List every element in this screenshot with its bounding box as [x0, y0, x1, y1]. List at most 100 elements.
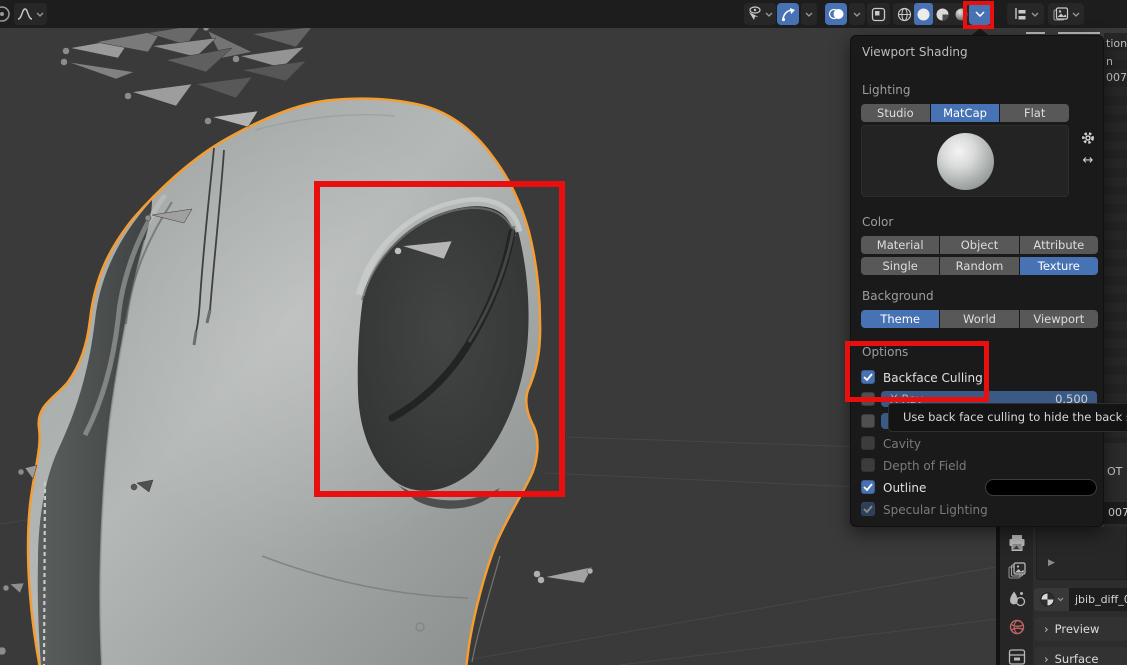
check-icon [863, 373, 873, 381]
printer-icon [1008, 534, 1026, 552]
show-gizmo-toggle[interactable] [777, 3, 799, 25]
collapsed-chevron-icon: › [1044, 617, 1049, 641]
section-preview[interactable]: ›Preview [1035, 617, 1127, 641]
matcap-sphere [937, 133, 994, 190]
chevron-down-icon [765, 12, 773, 17]
backface-culling-option[interactable]: Backface Culling [883, 370, 983, 386]
gizmo-dropdown[interactable] [801, 3, 817, 25]
gizmo-icon [781, 7, 796, 22]
material-sphere-icon [935, 7, 950, 22]
cavity-checkbox[interactable] [861, 436, 875, 450]
outliner-row[interactable]: n [1106, 55, 1113, 68]
shadow-checkbox[interactable] [861, 414, 875, 428]
browse-material-button[interactable] [1034, 588, 1069, 611]
chevron-down-icon [805, 12, 813, 17]
depth-of-field-option[interactable]: Depth of Field [883, 458, 966, 474]
panel-edge-highlight [1058, 32, 1100, 34]
material-name-field[interactable]: jbib_diff_0 [1069, 588, 1127, 611]
wireframe-sphere-icon [897, 7, 912, 22]
tab-scene-properties[interactable] [1006, 588, 1028, 610]
collapsed-content-box: ▶ [1036, 527, 1127, 580]
eye-pointer-icon [747, 6, 762, 22]
color-object-button[interactable]: Object [940, 236, 1018, 254]
color-label: Color [862, 215, 893, 229]
xray-icon [871, 7, 886, 22]
outliner-panel-sliver: tion n 007 [1104, 33, 1127, 443]
outliner-row[interactable]: tion [1106, 37, 1127, 50]
chevron-down-icon [975, 11, 985, 17]
image-editor-icon [1053, 6, 1069, 22]
outline-color-swatch[interactable] [985, 479, 1097, 496]
matcap-preview[interactable] [861, 125, 1069, 197]
chevron-down-icon [1072, 12, 1080, 17]
tab-object-properties[interactable] [1006, 646, 1028, 665]
image-stack-icon [1008, 562, 1026, 580]
popover-title: Viewport Shading [862, 45, 968, 59]
falloff-curve-icon [17, 7, 33, 21]
shading-wireframe-button[interactable] [895, 7, 914, 22]
shading-material-button[interactable] [933, 7, 952, 22]
color-attribute-button[interactable]: Attribute [1020, 236, 1098, 254]
specular-lighting-option[interactable]: Specular Lighting [883, 502, 988, 518]
tray-icon [1008, 648, 1026, 665]
shading-mode-group [893, 3, 973, 25]
lighting-studio-button[interactable]: Studio [861, 104, 930, 122]
tab-world-properties[interactable] [1006, 616, 1028, 638]
section-surface[interactable]: ›Surface [1035, 647, 1127, 665]
expand-arrow-icon[interactable]: ▶ [1048, 558, 1055, 568]
check-icon [863, 483, 873, 491]
tab-view-layer-properties[interactable] [1006, 560, 1028, 582]
section-label: Surface [1055, 652, 1099, 665]
outline-option[interactable]: Outline [883, 480, 926, 496]
properties-panel-sliver: OT 007 [1104, 443, 1127, 527]
color-texture-button[interactable]: Texture [1020, 257, 1098, 275]
hoodie-mesh [28, 99, 540, 665]
color-segmented-row1: Material Object Attribute [861, 236, 1098, 254]
viewport-shading-popover: Viewport Shading Lighting Studio MatCap … [850, 35, 1104, 527]
chevron-down-icon [36, 12, 44, 17]
outliner-row[interactable]: 007 [1106, 71, 1127, 84]
background-label: Background [862, 289, 934, 303]
tab-output-properties[interactable] [1006, 532, 1028, 554]
backface-culling-checkbox[interactable] [861, 370, 875, 384]
studiolight-settings-button[interactable] [1079, 129, 1097, 147]
lighting-matcap-button[interactable]: MatCap [931, 104, 1000, 122]
lighting-flat-button[interactable]: Flat [1000, 104, 1069, 122]
chevron-down-icon [853, 12, 861, 17]
color-material-button[interactable]: Material [861, 236, 939, 254]
cavity-option[interactable]: Cavity [883, 436, 921, 452]
chevron-down-icon [1031, 12, 1039, 17]
color-single-button[interactable]: Single [861, 257, 939, 275]
chevron-down-icon [1057, 597, 1064, 602]
color-random-button[interactable]: Random [940, 257, 1018, 275]
editor-type-image-button[interactable] [1048, 3, 1084, 25]
background-theme-button[interactable]: Theme [861, 310, 939, 328]
shading-popover-button[interactable] [969, 3, 991, 25]
xray-checkbox[interactable] [861, 392, 875, 406]
background-world-button[interactable]: World [940, 310, 1018, 328]
check-icon [863, 505, 873, 513]
panel-edge-highlight [1026, 32, 1045, 34]
proportional-editing-icon[interactable] [0, 3, 14, 25]
properties-tab-column [1000, 527, 1033, 665]
rendered-sphere-icon [954, 7, 969, 22]
color-segmented-row2: Single Random Texture [861, 257, 1098, 275]
xray-toggle[interactable] [867, 3, 890, 25]
solid-sphere-icon [916, 7, 931, 22]
background-viewport-button[interactable]: Viewport [1020, 310, 1098, 328]
material-checker-icon [1040, 592, 1055, 607]
shading-solid-button[interactable] [914, 3, 933, 25]
object-visibility-button[interactable] [744, 3, 776, 25]
tooltip: Use back face culling to hide the back s… [888, 403, 1127, 432]
depth-of-field-checkbox[interactable] [861, 458, 875, 472]
overlays-icon [828, 7, 844, 21]
falloff-dropdown-button[interactable] [14, 3, 47, 25]
overlays-dropdown[interactable] [849, 3, 865, 25]
show-overlays-toggle[interactable] [825, 3, 847, 25]
specular-lighting-checkbox[interactable] [861, 502, 875, 516]
name-field-fragment[interactable]: 007 [1101, 502, 1127, 524]
flip-matcap-button[interactable]: ↔ [1079, 151, 1097, 169]
outline-checkbox[interactable] [861, 480, 875, 494]
scene-icon [1008, 590, 1026, 608]
editor-type-outliner-button[interactable] [1007, 3, 1044, 25]
